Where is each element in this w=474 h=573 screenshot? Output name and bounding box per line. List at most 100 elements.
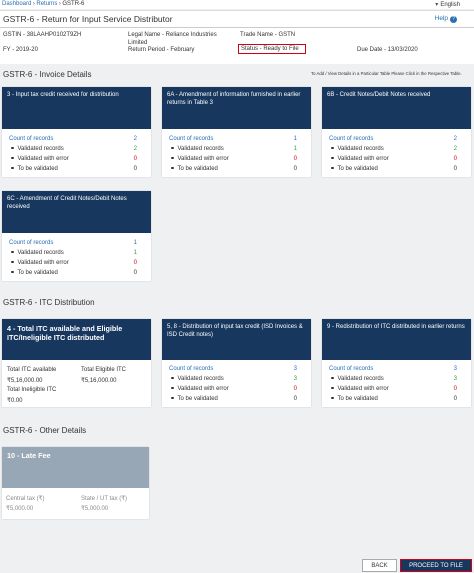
validated-value: 1	[133, 250, 137, 256]
legal-name: Legal Name - Reliance Industries Limited	[128, 32, 217, 46]
count-value: 1	[133, 240, 137, 246]
tile-table-6b[interactable]: 6B - Credit Notes/Debit Notes received C…	[322, 87, 471, 177]
validated-label: Validated records	[337, 146, 384, 152]
validated-value: 3	[293, 376, 297, 382]
error-label: Validated with error	[337, 386, 389, 392]
validated-row: Validated records 3	[329, 374, 457, 384]
error-row: Validated with error 0	[9, 154, 137, 164]
error-label: Validated with error	[177, 156, 229, 162]
to-validate-row: To be validated 0	[9, 164, 137, 174]
section-title-itc: GSTR-6 - ITC Distribution	[3, 298, 95, 307]
error-value: 0	[453, 156, 457, 162]
total-itc-label: Total ITC available	[7, 367, 57, 373]
to-validate-label: To be validated	[17, 270, 58, 276]
count-label: Count of records	[329, 136, 374, 142]
breadcrumb-dashboard-link[interactable]: Dashboard	[2, 1, 31, 7]
validated-row: Validated records 2	[329, 144, 457, 154]
count-row: Count of records 1	[169, 134, 297, 144]
count-row: Count of records 3	[329, 364, 457, 374]
section-title-other: GSTR-6 - Other Details	[3, 426, 87, 435]
language-label: English	[440, 1, 460, 8]
proceed-to-file-button[interactable]: PROCEED TO FILE	[400, 559, 472, 572]
to-validate-value: 0	[293, 166, 297, 172]
page-title: GSTR-6 - Return for Input Service Distri…	[3, 14, 173, 24]
count-label: Count of records	[329, 366, 374, 372]
tile-table-4[interactable]: 4 - Total ITC available and Eligible ITC…	[2, 319, 151, 407]
section-title-invoice: GSTR-6 - Invoice Details	[3, 70, 92, 79]
add-note: To Add / View Details in a Particular Ta…	[311, 71, 462, 76]
error-value: 0	[293, 386, 297, 392]
to-validate-label: To be validated	[17, 166, 58, 172]
count-value: 2	[453, 136, 457, 142]
error-row: Validated with error 0	[9, 258, 137, 268]
validated-label: Validated records	[177, 376, 224, 382]
gstin: GSTIN - 38LAAHP0102T9ZH	[3, 32, 82, 38]
error-value: 0	[133, 260, 137, 266]
breadcrumb-returns-link[interactable]: Returns	[36, 1, 57, 7]
help-icon: ?	[450, 15, 457, 23]
to-validate-value: 0	[133, 166, 137, 172]
breadcrumb: Dashboard › Returns › GSTR-6	[2, 1, 84, 7]
status-text: Status - Ready to File	[241, 46, 299, 52]
count-value: 3	[453, 366, 457, 372]
count-label: Count of records	[169, 136, 214, 142]
error-label: Validated with error	[177, 386, 229, 392]
tile-table-5-8[interactable]: 5, 8 - Distribution of input tax credit …	[162, 319, 311, 407]
back-button[interactable]: BACK	[362, 559, 397, 572]
tile-table-6c[interactable]: 6C - Amendment of Credit Notes/Debit Not…	[2, 191, 151, 281]
count-row: Count of records 2	[329, 134, 457, 144]
state-tax-label: State / UT tax (₹)	[81, 496, 128, 502]
tile-counts: Count of records 3 Validated records 3 Val…	[169, 364, 297, 404]
top-bar: Dashboard › Returns › GSTR-6 ▾ English	[0, 0, 474, 9]
tile-title: 3 - Input tax credit received for distri…	[2, 87, 151, 129]
error-value: 0	[133, 156, 137, 162]
tile-title: 6A - Amendment of information furnished …	[162, 87, 311, 129]
validated-label: Validated records	[17, 146, 64, 152]
tile-title: 4 - Total ITC available and Eligible ITC…	[2, 319, 151, 360]
error-row: Validated with error 0	[169, 154, 297, 164]
to-validate-label: To be validated	[337, 396, 378, 402]
error-label: Validated with error	[337, 156, 389, 162]
to-validate-value: 0	[453, 166, 457, 172]
count-value: 3	[293, 366, 297, 372]
to-validate-row: To be validated 0	[329, 394, 457, 404]
ineligible-itc-value: ₹0.00	[7, 398, 23, 404]
validated-row: Validated records 2	[9, 144, 137, 154]
language-selector[interactable]: ▾ English	[435, 1, 460, 8]
validated-label: Validated records	[177, 146, 224, 152]
error-label: Validated with error	[17, 156, 69, 162]
central-tax-value: ₹5,000.00	[6, 506, 34, 512]
to-validate-label: To be validated	[177, 396, 218, 402]
to-validate-label: To be validated	[177, 166, 218, 172]
eligible-itc-label: Total Eligible ITC	[81, 367, 127, 373]
tile-title: 5, 8 - Distribution of input tax credit …	[162, 319, 311, 360]
to-validate-value: 0	[453, 396, 457, 402]
to-validate-row: To be validated 0	[9, 268, 137, 278]
tile-counts: Count of records 1 Validated records 1 Val…	[169, 134, 297, 174]
tile-counts: Count of records 1 Validated records 1 Val…	[9, 238, 137, 278]
financial-year: FY - 2019-20	[3, 47, 38, 53]
tile-table-3[interactable]: 3 - Input tax credit received for distri…	[2, 87, 151, 177]
validated-row: Validated records 1	[9, 248, 137, 258]
tile-table-6a[interactable]: 6A - Amendment of information furnished …	[162, 87, 311, 177]
count-label: Count of records	[9, 136, 54, 142]
central-tax-label: Central tax (₹)	[6, 496, 45, 502]
tile-title: 6C - Amendment of Credit Notes/Debit Not…	[2, 191, 151, 233]
tile-table-9[interactable]: 9 - Redistribution of ITC distributed in…	[322, 319, 471, 407]
help-label: Help	[434, 15, 448, 22]
return-period: Return Period - February	[128, 47, 195, 53]
error-row: Validated with error 0	[329, 384, 457, 394]
count-label: Count of records	[169, 366, 214, 372]
to-validate-row: To be validated 0	[329, 164, 457, 174]
help-link[interactable]: Help?	[435, 15, 457, 23]
error-value: 0	[453, 386, 457, 392]
to-validate-row: To be validated 0	[169, 394, 297, 404]
to-validate-row: To be validated 0	[169, 164, 297, 174]
breadcrumb-current: GSTR-6	[62, 0, 85, 7]
to-validate-label: To be validated	[337, 166, 378, 172]
count-row: Count of records 2	[9, 134, 137, 144]
to-validate-value: 0	[293, 396, 297, 402]
trade-name: Trade Name - GSTN	[240, 32, 296, 38]
validated-row: Validated records 3	[169, 374, 297, 384]
validated-value: 1	[293, 146, 297, 152]
